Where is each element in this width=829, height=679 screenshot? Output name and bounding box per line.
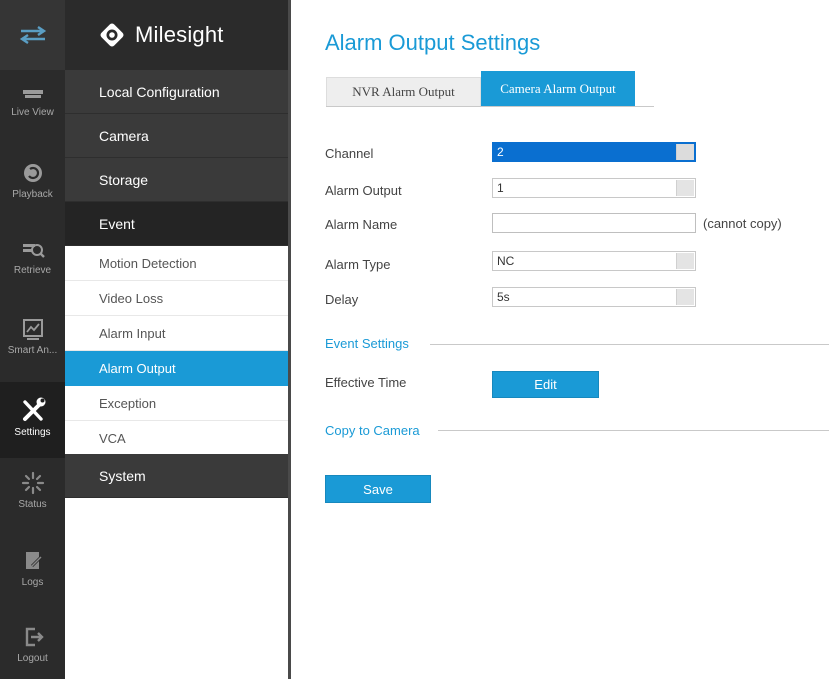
dropdown-arrow-icon [676, 289, 694, 305]
logs-icon [25, 552, 42, 569]
menu-alarm-input[interactable]: Alarm Input [65, 316, 290, 351]
settings-menu: Milesight Local Configuration Camera Sto… [65, 0, 290, 679]
rail-label: Retrieve [13, 265, 52, 276]
edit-button[interactable]: Edit [492, 371, 599, 398]
rail-label: Logout [17, 653, 48, 664]
menu-event[interactable]: Event [65, 202, 290, 246]
rail-logout[interactable]: Logout [0, 624, 65, 679]
alarm-name-input[interactable] [492, 213, 696, 233]
channel-label: Channel [325, 146, 374, 161]
brand-logo: Milesight [65, 0, 290, 70]
rail-logs[interactable]: Logs [0, 548, 65, 624]
status-spinner-icon [21, 471, 44, 495]
rail-label: Status [18, 499, 47, 510]
alarm-name-label: Alarm Name [325, 217, 398, 232]
rail-live-view[interactable]: Live View [0, 82, 65, 158]
effective-time-label: Effective Time [325, 375, 407, 390]
retrieve-icon [22, 244, 45, 258]
menu-empty-area [65, 498, 290, 679]
alarm-output-label: Alarm Output [325, 183, 402, 198]
menu-exception[interactable]: Exception [65, 386, 290, 421]
page-title: Alarm Output Settings [325, 30, 541, 55]
delay-label: Delay [325, 292, 359, 307]
rail-label: Playback [12, 189, 53, 200]
panel-divider [288, 0, 291, 679]
dropdown-arrow-icon [676, 144, 694, 160]
rail-playback[interactable]: Playback [0, 160, 65, 236]
rail-settings[interactable]: Settings [0, 382, 65, 458]
rail-label: Logs [21, 577, 44, 588]
alarm-type-label: Alarm Type [325, 257, 391, 272]
tab-bar: NVR Alarm Output Camera Alarm Output [326, 71, 635, 107]
icon-rail: Live View Playback Retrieve Smart An... [0, 0, 65, 679]
rail-label: Live View [11, 107, 54, 118]
tools-icon [22, 397, 45, 421]
copy-to-camera-title: Copy to Camera [325, 423, 420, 438]
section-divider [438, 430, 829, 431]
brand-name: Milesight [135, 22, 224, 47]
delay-value: 5s [497, 290, 510, 304]
alarm-output-value: 1 [497, 181, 504, 195]
tab-nvr-alarm-output[interactable]: NVR Alarm Output [326, 77, 481, 107]
live-view-icon [22, 90, 43, 98]
alarm-output-select[interactable]: 1 [492, 178, 696, 198]
smart-analysis-icon [22, 319, 43, 340]
rail-label: Settings [14, 427, 51, 438]
menu-video-loss[interactable]: Video Loss [65, 281, 290, 316]
alarm-type-value: NC [497, 254, 515, 268]
channel-value: 2 [497, 145, 504, 159]
playback-icon [23, 164, 42, 182]
menu-toggle[interactable] [0, 0, 65, 70]
swap-arrows-icon [19, 26, 46, 44]
menu-storage[interactable]: Storage [65, 158, 290, 202]
alarm-name-hint: (cannot copy) [703, 216, 782, 231]
rail-retrieve[interactable]: Retrieve [0, 238, 65, 314]
delay-select[interactable]: 5s [492, 287, 696, 307]
menu-motion-detection[interactable]: Motion Detection [65, 246, 290, 281]
save-button[interactable]: Save [325, 475, 431, 503]
rail-status[interactable]: Status [0, 470, 65, 546]
tab-underline [326, 106, 654, 107]
menu-local-configuration[interactable]: Local Configuration [65, 70, 290, 114]
dropdown-arrow-icon [676, 180, 694, 196]
alarm-type-select[interactable]: NC [492, 251, 696, 271]
rail-smart-analysis[interactable]: Smart An... [0, 316, 65, 392]
section-divider [430, 344, 829, 345]
dropdown-arrow-icon [676, 253, 694, 269]
menu-vca[interactable]: VCA [65, 421, 290, 456]
rail-label: Smart An... [7, 345, 58, 356]
menu-system[interactable]: System [65, 454, 290, 498]
milesight-logo-icon [100, 23, 124, 47]
event-settings-title: Event Settings [325, 336, 409, 351]
tab-camera-alarm-output[interactable]: Camera Alarm Output [481, 71, 635, 107]
menu-camera[interactable]: Camera [65, 114, 290, 158]
channel-select[interactable]: 2 [492, 142, 696, 162]
menu-alarm-output[interactable]: Alarm Output [65, 351, 290, 386]
logout-icon [25, 627, 44, 647]
